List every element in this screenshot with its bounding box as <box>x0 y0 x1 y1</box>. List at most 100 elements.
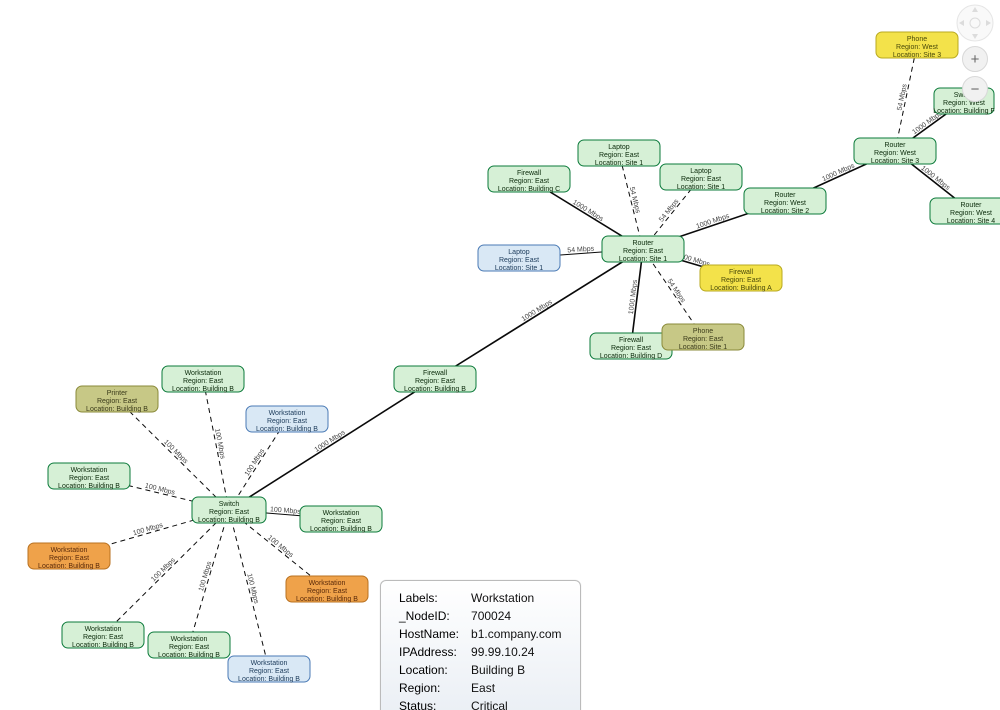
node-label: Workstation <box>85 626 122 633</box>
edge-label: 1000 Mbps <box>314 429 347 454</box>
node-label: Location: Building B <box>404 386 466 393</box>
node-printer-b[interactable]: PrinterRegion: EastLocation: Building B <box>76 386 158 413</box>
node-label: Location: Site 2 <box>761 208 809 215</box>
node-label: Router <box>632 240 654 247</box>
zoom-out-button[interactable]: − <box>962 76 988 102</box>
node-fw-c[interactable]: FirewallRegion: EastLocation: Building C <box>488 166 570 193</box>
edge-label: 54 Mbps <box>628 186 641 214</box>
node-label: Location: Site 3 <box>893 52 941 59</box>
node-label: Region: West <box>896 44 938 51</box>
node-tooltip: Labels:Workstation_NodeID:700024HostName… <box>380 580 581 710</box>
node-label: Location: Site 1 <box>677 184 725 191</box>
node-router-3[interactable]: RouterRegion: WestLocation: Site 3 <box>854 138 936 165</box>
node-label: Firewall <box>619 337 644 344</box>
edge[interactable] <box>619 153 643 249</box>
edge-label: 100 Mbps <box>132 522 164 537</box>
edge-label: 100 Mbps <box>150 556 177 583</box>
node-label: Region: East <box>307 588 347 595</box>
node-label: Location: Building B <box>256 426 318 433</box>
node-ws-b-bl2[interactable]: WorkstationRegion: EastLocation: Buildin… <box>148 632 230 659</box>
node-label: Laptop <box>690 168 712 175</box>
node-label: Region: East <box>49 555 89 562</box>
node-label: Location: Building B <box>72 642 134 649</box>
node-label: Location: Building B <box>158 652 220 659</box>
node-ws-b-top[interactable]: WorkstationRegion: EastLocation: Buildin… <box>162 366 244 393</box>
node-fw-b[interactable]: FirewallRegion: EastLocation: Building B <box>394 366 476 393</box>
node-label: Location: Site 1 <box>619 256 667 263</box>
node-label: Location: Building B <box>296 596 358 603</box>
node-label: Workstation <box>323 510 360 517</box>
node-label: Location: Building B <box>38 563 100 570</box>
node-fw-d[interactable]: FirewallRegion: EastLocation: Building D <box>590 333 672 360</box>
node-label: Region: East <box>499 257 539 264</box>
node-label: Region: East <box>249 668 289 675</box>
node-switch-b[interactable]: SwitchRegion: EastLocation: Building B <box>192 497 266 524</box>
node-ws-b-bl1[interactable]: WorkstationRegion: EastLocation: Buildin… <box>62 622 144 649</box>
node-label: Firewall <box>729 269 754 276</box>
edge-label: 100 Mbps <box>198 560 214 592</box>
zoom-in-button[interactable]: + <box>962 46 988 72</box>
node-label: Region: East <box>681 176 721 183</box>
node-label: Region: West <box>764 200 806 207</box>
node-router-2[interactable]: RouterRegion: WestLocation: Site 2 <box>744 188 826 215</box>
edge[interactable] <box>203 379 229 510</box>
node-label: Location: Site 1 <box>595 160 643 167</box>
node-router-1[interactable]: RouterRegion: EastLocation: Site 1 <box>602 236 684 263</box>
node-label: Region: East <box>69 475 109 482</box>
node-label: Location: Building B <box>198 517 260 524</box>
node-label: Region: East <box>611 345 651 352</box>
edge-label: 100 Mbps <box>245 573 259 605</box>
edge-label: 54 Mbps <box>658 198 681 224</box>
node-label: Region: West <box>874 150 916 157</box>
node-label: Workstation <box>51 547 88 554</box>
node-laptop-1a[interactable]: LaptopRegion: EastLocation: Site 1 <box>578 140 660 167</box>
node-label: Location: Site 1 <box>495 265 543 272</box>
node-label: Region: East <box>623 248 663 255</box>
node-label: Region: East <box>321 518 361 525</box>
node-label: Switch <box>219 501 240 508</box>
node-ws-b-blue2[interactable]: WorkstationRegion: EastLocation: Buildin… <box>228 656 310 683</box>
node-label: Router <box>884 142 906 149</box>
node-fw-a[interactable]: FirewallRegion: EastLocation: Building A <box>700 265 782 292</box>
edge-label: 54 Mbps <box>896 83 908 111</box>
node-label: Location: Building F <box>933 108 994 115</box>
node-label: Laptop <box>608 144 630 151</box>
node-label: Phone <box>907 36 927 43</box>
node-label: Workstation <box>171 636 208 643</box>
node-label: Location: Site 4 <box>947 218 995 225</box>
node-laptop-1c[interactable]: LaptopRegion: EastLocation: Site 1 <box>478 245 560 272</box>
node-phone-3[interactable]: PhoneRegion: WestLocation: Site 3 <box>876 32 958 59</box>
tooltip-table: Labels:Workstation_NodeID:700024HostName… <box>393 589 568 710</box>
node-label: Region: East <box>599 152 639 159</box>
node-laptop-1b[interactable]: LaptopRegion: EastLocation: Site 1 <box>660 164 742 191</box>
node-label: Location: Building D <box>600 353 662 360</box>
node-label: Region: East <box>97 398 137 405</box>
node-label: Workstation <box>71 467 108 474</box>
node-label: Location: Building B <box>172 386 234 393</box>
edge-label: 100 Mbps <box>162 439 189 466</box>
node-label: Region: East <box>83 634 123 641</box>
edge-label: 100 Mbps <box>270 506 302 515</box>
node-label: Location: Building A <box>710 285 772 292</box>
edge-label: 1000 Mbps <box>821 162 856 183</box>
node-label: Laptop <box>508 249 530 256</box>
node-ws-b-blue[interactable]: WorkstationRegion: EastLocation: Buildin… <box>246 406 328 433</box>
node-label: Workstation <box>269 410 306 417</box>
node-label: Location: Building C <box>498 186 560 193</box>
node-ws-b-orange-r[interactable]: WorkstationRegion: EastLocation: Buildin… <box>286 576 368 603</box>
pan-control[interactable] <box>956 4 994 42</box>
node-label: Workstation <box>251 660 288 667</box>
node-ws-b-right[interactable]: WorkstationRegion: EastLocation: Buildin… <box>300 506 382 533</box>
node-label: Region: East <box>509 178 549 185</box>
edge[interactable] <box>229 510 269 669</box>
node-router-4[interactable]: RouterRegion: WestLocation: Site 4 <box>930 198 1000 225</box>
node-phone-1[interactable]: PhoneRegion: EastLocation: Site 1 <box>662 324 744 351</box>
node-ws-b-left[interactable]: WorkstationRegion: EastLocation: Buildin… <box>48 463 130 490</box>
edge[interactable] <box>229 379 435 510</box>
node-label: Printer <box>107 390 128 397</box>
node-label: Location: Building B <box>238 676 300 683</box>
node-label: Location: Building B <box>310 526 372 533</box>
node-label: Region: East <box>415 378 455 385</box>
node-label: Region: East <box>183 378 223 385</box>
node-ws-b-orange-l[interactable]: WorkstationRegion: EastLocation: Buildin… <box>28 543 110 570</box>
